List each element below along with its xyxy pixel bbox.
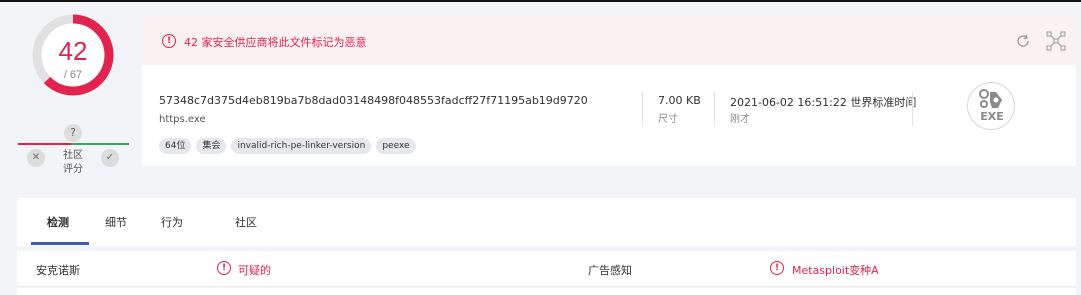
detection-count: 42 (58, 36, 88, 66)
alert-icon: ! (162, 34, 176, 48)
vote-malicious-button[interactable]: ✕ (27, 149, 45, 167)
file-tags: 64位 集会 invalid-rich-pe-linker-version peexe (159, 133, 421, 154)
reload-icon[interactable] (1015, 33, 1031, 49)
detection-row (17, 288, 1076, 295)
tag-peexe[interactable]: peexe (376, 138, 416, 154)
community-vote-bar (18, 143, 129, 145)
tab-detection[interactable]: 检测 (47, 214, 69, 230)
file-size-value: 7.00 KB (658, 94, 701, 107)
tag-assembly[interactable]: 集会 (196, 138, 227, 154)
score-panel: 42 / 67 ? ✕ 社区 评分 ✓ (14, 12, 134, 182)
active-tab-indicator (31, 242, 89, 245)
tab-details[interactable]: 细节 (105, 214, 127, 230)
tag-invalid-rich[interactable]: invalid-rich-pe-linker-version (231, 138, 372, 154)
tab-community[interactable]: 社区 (235, 214, 257, 230)
exe-file-icon: EXE (967, 82, 1015, 130)
alert-icon: ! (770, 261, 784, 275)
analysis-date-value: 2021-06-02 16:51:22 世界标准时间 (730, 96, 917, 109)
top-border (0, 0, 1081, 2)
file-info-card: ! 42 家安全供应商将此文件标记为恶意 57348c7d375d4eb819b… (142, 17, 1076, 166)
vote-harmless-button[interactable]: ✓ (101, 149, 119, 167)
detection-result: 可疑的 (238, 264, 271, 277)
report-tabs: 检测 细节 行为 社区 (17, 198, 1076, 246)
community-label-line2: 评分 (63, 164, 83, 175)
gears-icon (979, 89, 1002, 108)
detection-gauge: 42 / 67 (30, 12, 116, 118)
exe-label: EXE (980, 110, 1004, 123)
detection-result: Metasploit变种A (792, 264, 879, 277)
community-score-label: 社区 评分 (58, 149, 88, 177)
engine-name: 广告感知 (588, 264, 632, 277)
help-icon[interactable]: ? (64, 124, 82, 142)
detection-row: 安克诺斯 ! 可疑的 广告感知 ! Metasploit变种A (17, 251, 1076, 287)
malicious-alert-bar: ! 42 家安全供应商将此文件标记为恶意 (142, 17, 1076, 65)
alert-icon: ! (217, 261, 231, 275)
community-label-line1: 社区 (63, 150, 83, 161)
file-name: https.exe (159, 114, 206, 125)
divider (642, 92, 643, 126)
divider (714, 92, 715, 126)
tab-behavior[interactable]: 行为 (161, 214, 183, 230)
divider (912, 92, 913, 126)
engine-total: / 67 (63, 69, 83, 81)
tag-64bit[interactable]: 64位 (159, 138, 192, 154)
graph-icon[interactable] (1046, 31, 1066, 51)
engine-name: 安克诺斯 (36, 264, 80, 277)
alert-text: 42 家安全供应商将此文件标记为恶意 (184, 36, 367, 49)
file-hash[interactable]: 57348c7d375d4eb819ba7b8dad03148498f04855… (159, 94, 588, 107)
analysis-date-label: 刚才 (730, 114, 750, 125)
file-size-label: 尺寸 (658, 114, 678, 125)
